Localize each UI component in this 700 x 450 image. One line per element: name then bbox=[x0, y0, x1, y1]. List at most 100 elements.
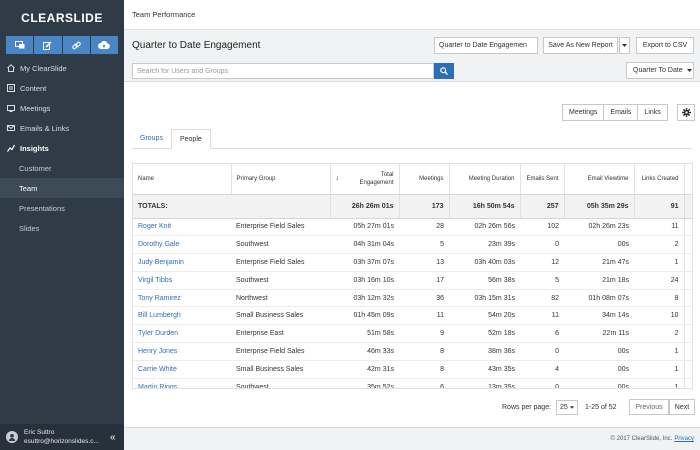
table-row[interactable]: Tyler Durden Enterprise East 51m 58s 9 52m 1… bbox=[133, 324, 692, 344]
sidebar-item-content[interactable]: Content bbox=[0, 78, 124, 98]
breadcrumb: Team Performance bbox=[124, 0, 700, 30]
next-page-button[interactable]: Next bbox=[669, 399, 695, 415]
table-cell: 13m 35s bbox=[449, 378, 520, 388]
sidebar-item-emails-links[interactable]: Emails & Links bbox=[0, 118, 124, 138]
table-row[interactable]: Carrie White Small Business Sales 42m 31s 8… bbox=[133, 360, 692, 379]
table-row[interactable]: Tony Ramirez Northwest 03h 12m 32s 36 03h 15… bbox=[133, 289, 692, 308]
table-row[interactable]: Henry Jones Enterprise Field Sales 46m 33s… bbox=[133, 342, 692, 361]
rows-per-page-select[interactable]: 25 bbox=[556, 399, 579, 415]
sidebar-item-meetings[interactable]: Meetings bbox=[0, 98, 124, 118]
column-header-primary-group[interactable]: Primary Group bbox=[231, 164, 331, 195]
user-name-link[interactable]: Bill Lumbergh bbox=[133, 306, 231, 326]
table-cell: 03h 37m 07s bbox=[330, 253, 399, 272]
table-cell: Enterprise Field Sales bbox=[231, 342, 330, 361]
column-header-meetings[interactable]: Meetings bbox=[399, 164, 450, 195]
table-cell: 11 bbox=[520, 306, 564, 326]
table-row[interactable]: Martin Riggs Southwest 35m 52s 6 13m 35s 0 00s… bbox=[133, 378, 692, 388]
toggle-emails[interactable]: Emails bbox=[604, 105, 639, 120]
table-row[interactable]: Virgil Tibbs Southwest 03h 16m 10s 17 56m 38… bbox=[133, 271, 692, 290]
email-icon bbox=[6, 124, 15, 133]
table-row[interactable]: Roger Knit Enterprise Field Sales 05h 27m … bbox=[133, 218, 692, 237]
table-cell: 00s bbox=[564, 378, 634, 388]
user-name-link[interactable]: Judy Benjamin bbox=[133, 253, 231, 272]
link-button[interactable] bbox=[62, 36, 90, 54]
toggle-meetings[interactable]: Meetings bbox=[563, 105, 605, 120]
table-cell: Southwest bbox=[231, 271, 330, 290]
quick-actions bbox=[6, 36, 118, 54]
table-cell: 8 bbox=[399, 342, 449, 361]
people-table: Name Primary Group ↓ Total Engagement Me… bbox=[132, 163, 693, 389]
table-row[interactable]: Bill Lumbergh Small Business Sales 01h 45m… bbox=[133, 306, 692, 326]
user-profile[interactable]: Eric Suttro esuttro@horizonslides.c... « bbox=[0, 424, 124, 450]
present-button[interactable] bbox=[6, 36, 34, 54]
table-cell: 03h 40m 03s bbox=[449, 253, 520, 272]
table-cell: 8 bbox=[634, 289, 684, 308]
totals-cell: 257 bbox=[520, 194, 565, 219]
table-cell: 4 bbox=[520, 360, 564, 379]
toggle-links[interactable]: Links bbox=[638, 105, 667, 120]
column-header-total-engagement[interactable]: ↓ Total Engagement bbox=[330, 164, 400, 195]
table-cell: 23m 39s bbox=[449, 235, 520, 255]
column-header-meeting-duration[interactable]: Meeting Duration bbox=[449, 164, 521, 195]
collapse-sidebar-icon[interactable]: « bbox=[110, 432, 124, 443]
table-cell: 2 bbox=[634, 235, 684, 255]
user-name-link[interactable]: Henry Jones bbox=[133, 342, 231, 361]
report-select[interactable]: Quarter to Date Engagemen bbox=[434, 37, 538, 54]
caret-down-icon bbox=[622, 44, 627, 47]
user-name-link[interactable]: Carrie White bbox=[133, 360, 231, 379]
main-area: Team Performance Quarter to Date Engagem… bbox=[124, 0, 700, 450]
table-cell: Enterprise Field Sales bbox=[231, 253, 330, 272]
scrollbar-gutter bbox=[683, 164, 692, 195]
search-input[interactable] bbox=[132, 63, 434, 79]
user-name-link[interactable]: Roger Knit bbox=[133, 218, 231, 237]
page-title: Quarter to Date Engagement bbox=[132, 40, 261, 51]
user-name-link[interactable]: Dorothy Gale bbox=[133, 235, 231, 255]
search-button[interactable] bbox=[434, 63, 454, 79]
table-cell: 0 bbox=[520, 342, 564, 361]
table-row[interactable]: Judy Benjamin Enterprise Field Sales 03h 3… bbox=[133, 253, 692, 272]
table-cell: 46m 33s bbox=[330, 342, 399, 361]
column-header-email-viewtime[interactable]: Email Viewtime bbox=[564, 164, 635, 195]
column-header-links-created[interactable]: Links Created bbox=[634, 164, 685, 195]
sidebar-item-insights[interactable]: Insights bbox=[0, 138, 124, 158]
compose-button[interactable] bbox=[34, 36, 62, 54]
user-name-link[interactable]: Tony Ramirez bbox=[133, 289, 231, 308]
user-name-link[interactable]: Tyler Durden bbox=[133, 324, 231, 344]
settings-button[interactable] bbox=[677, 104, 695, 121]
save-options-dropdown[interactable] bbox=[619, 37, 630, 54]
column-header-emails-sent[interactable]: Emails Sent bbox=[520, 164, 565, 195]
table-header-row: Name Primary Group ↓ Total Engagement Me… bbox=[133, 164, 692, 195]
previous-page-button[interactable]: Previous bbox=[629, 399, 669, 415]
user-name-link[interactable]: Martin Riggs bbox=[133, 378, 231, 388]
sidebar-subitem-team[interactable]: Team bbox=[0, 178, 124, 198]
sidebar-subitem-presentations[interactable]: Presentations bbox=[0, 198, 124, 218]
table-cell: Northwest bbox=[231, 289, 330, 308]
table-cell: 00s bbox=[564, 360, 634, 379]
upload-button[interactable] bbox=[90, 36, 118, 54]
sidebar-subitem-customer[interactable]: Customer bbox=[0, 158, 124, 178]
sidebar-item-my-clearslide[interactable]: My ClearSlide bbox=[0, 58, 124, 78]
date-range-select[interactable]: Quarter To Date bbox=[626, 62, 694, 79]
table-row[interactable]: Dorothy Gale Southwest 04h 31m 04s 5 23m 39s… bbox=[133, 235, 692, 255]
export-csv-button[interactable]: Export to CSV bbox=[636, 37, 694, 54]
table-cell: 11 bbox=[399, 306, 449, 326]
column-header-name[interactable]: Name bbox=[133, 164, 232, 195]
report-header: Quarter to Date Engagement Quarter to Da… bbox=[124, 30, 700, 82]
link-icon bbox=[71, 41, 81, 49]
tab-people[interactable]: People bbox=[170, 129, 211, 149]
table-cell: 00s bbox=[564, 342, 634, 361]
table-cell: 2 bbox=[634, 324, 684, 344]
privacy-link[interactable]: Privacy bbox=[674, 436, 694, 442]
user-name-link[interactable]: Virgil Tibbs bbox=[133, 271, 231, 290]
tab-groups[interactable]: Groups bbox=[132, 129, 171, 148]
sidebar-subitem-slides[interactable]: Slides bbox=[0, 218, 124, 238]
table-cell: 0 bbox=[520, 378, 564, 388]
table-cell: 10 bbox=[634, 306, 684, 326]
page-range: 1-25 of 52 bbox=[585, 403, 617, 411]
save-as-new-report-button[interactable]: Save As New Report bbox=[543, 37, 618, 54]
pagination: Rows per page: 25 1-25 of 52 bbox=[502, 399, 617, 415]
table-cell: 6 bbox=[399, 378, 449, 388]
cloud-upload-icon bbox=[98, 41, 111, 49]
table-cell: 5 bbox=[520, 271, 564, 290]
table-cell: 24 bbox=[634, 271, 684, 290]
